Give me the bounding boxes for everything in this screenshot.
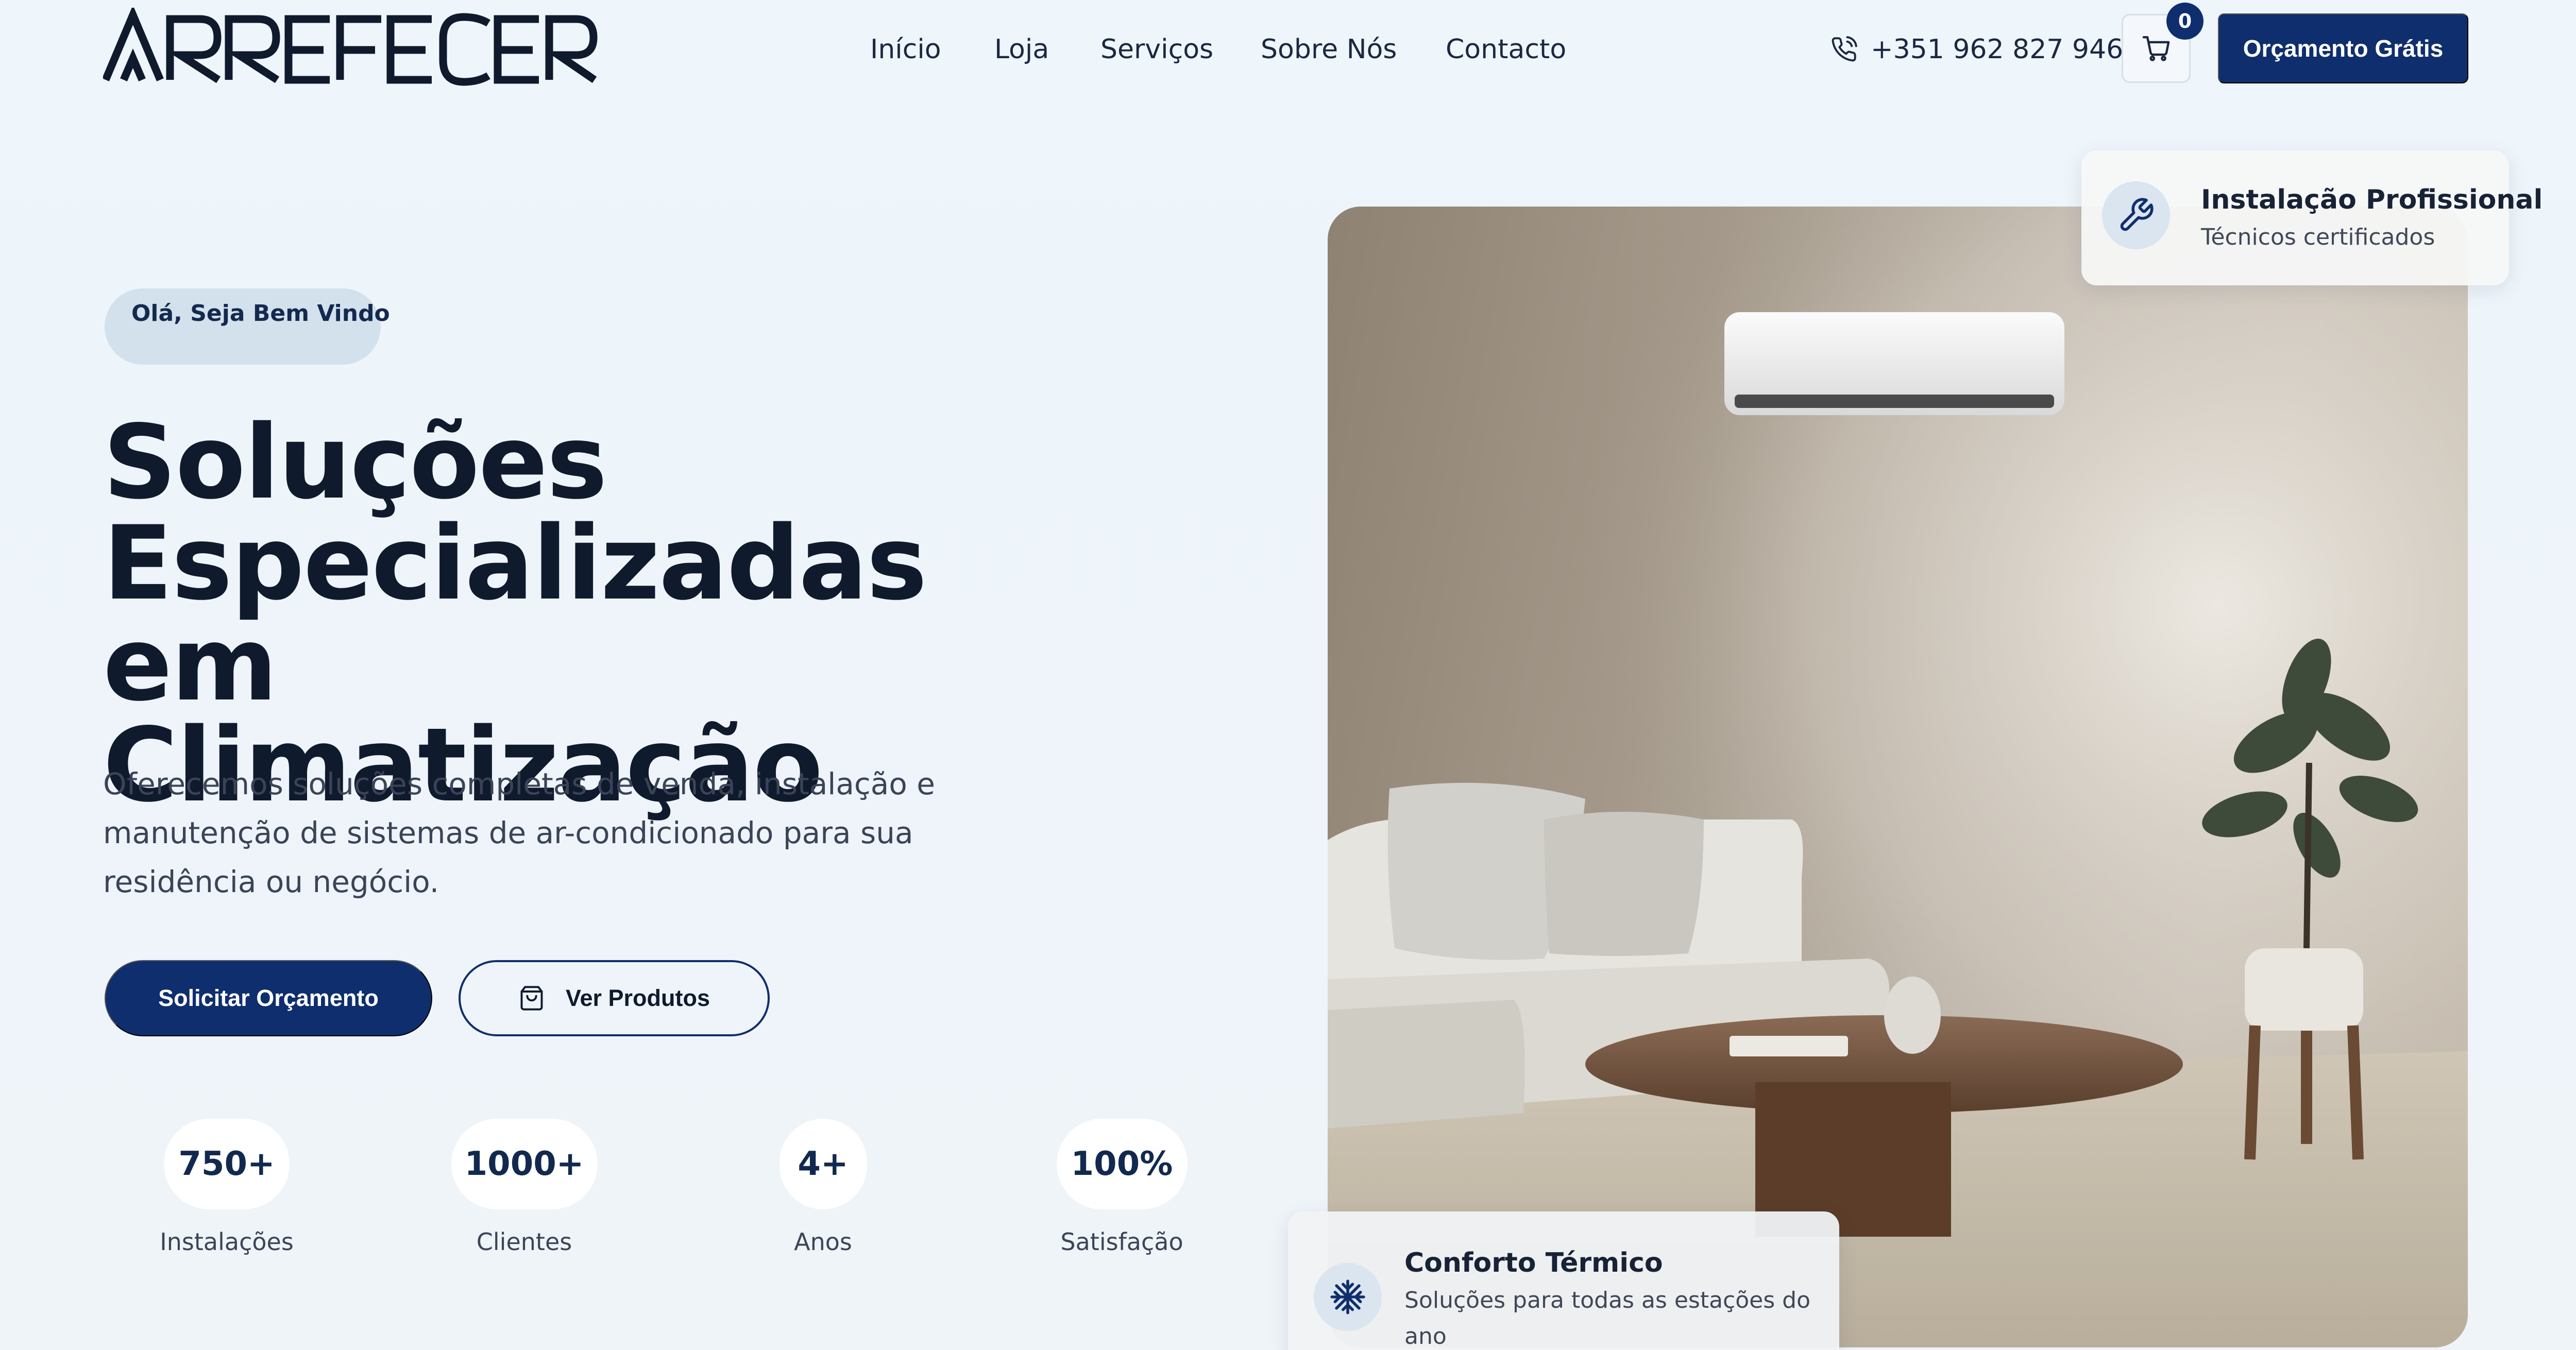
stat-installations: 750+ Instalações	[137, 1119, 317, 1256]
free-quote-button[interactable]: Orçamento Grátis	[2218, 13, 2468, 83]
nav-link-loja[interactable]: Loja	[994, 30, 1049, 69]
stat-value: 750+	[164, 1119, 290, 1209]
icon-badge	[1314, 1263, 1382, 1331]
stat-years: 4+ Anos	[742, 1119, 904, 1256]
nav-link-inicio[interactable]: Início	[870, 30, 941, 69]
stat-label: Clientes	[476, 1228, 572, 1256]
shopping-cart-icon	[2142, 36, 2170, 61]
hero-title: Soluções Especializadas em Climatização	[103, 412, 1082, 816]
nav-link-servicos[interactable]: Serviços	[1100, 30, 1213, 69]
stat-clients: 1000+ Clientes	[430, 1119, 618, 1256]
card-title: Conforto Térmico	[1404, 1248, 1663, 1278]
phone-icon	[1832, 36, 1857, 62]
feature-card-comfort: Conforto Térmico Soluções para todas as …	[1288, 1211, 1839, 1350]
card-subtitle: Soluções para todas as estações do ano	[1404, 1287, 1810, 1349]
view-products-button[interactable]: Ver Produtos	[459, 960, 770, 1036]
feature-card-installation: Instalação Profissional Técnicos certifi…	[2081, 150, 2543, 285]
nav-link-contacto[interactable]: Contacto	[1446, 30, 1566, 69]
hero-image	[1328, 207, 2468, 1347]
brand-logo[interactable]	[103, 8, 598, 90]
stat-value: 1000+	[451, 1119, 598, 1209]
shopping-bag-icon	[520, 986, 543, 1011]
cart-count-badge: 0	[2166, 3, 2204, 40]
wrench-icon	[2120, 198, 2154, 231]
stat-satisfaction: 100% Satisfação	[1036, 1119, 1208, 1256]
hero-title-line-2: Especializadas em	[103, 504, 927, 724]
icon-badge	[2102, 181, 2170, 249]
phone-link[interactable]: +351 962 827 946	[1831, 30, 2123, 69]
logo-wordmark	[103, 8, 598, 86]
nav-link-sobre-nos[interactable]: Sobre Nós	[1261, 30, 1397, 69]
request-quote-button[interactable]: Solicitar Orçamento	[105, 960, 432, 1036]
living-room-illustration	[1328, 207, 2468, 1347]
welcome-badge: Olá, Seja Bem Vindo	[105, 288, 390, 365]
hero-subtitle: Oferecemos soluções completas de venda, …	[103, 766, 935, 899]
phone-number: +351 962 827 946	[1871, 34, 2124, 65]
stat-label: Satisfação	[1060, 1228, 1183, 1256]
stat-value: 100%	[1056, 1119, 1188, 1209]
stat-value: 4+	[779, 1119, 867, 1209]
stat-label: Anos	[794, 1228, 852, 1256]
snowflake-icon	[1330, 1279, 1365, 1314]
page: Início Loja Serviços Sobre Nós Contacto …	[0, 0, 2576, 1350]
view-products-label: Ver Produtos	[565, 985, 710, 1011]
card-title: Instalação Profissional	[2201, 184, 2543, 215]
stat-label: Instalações	[160, 1228, 294, 1256]
card-subtitle: Técnicos certificados	[2201, 224, 2435, 250]
